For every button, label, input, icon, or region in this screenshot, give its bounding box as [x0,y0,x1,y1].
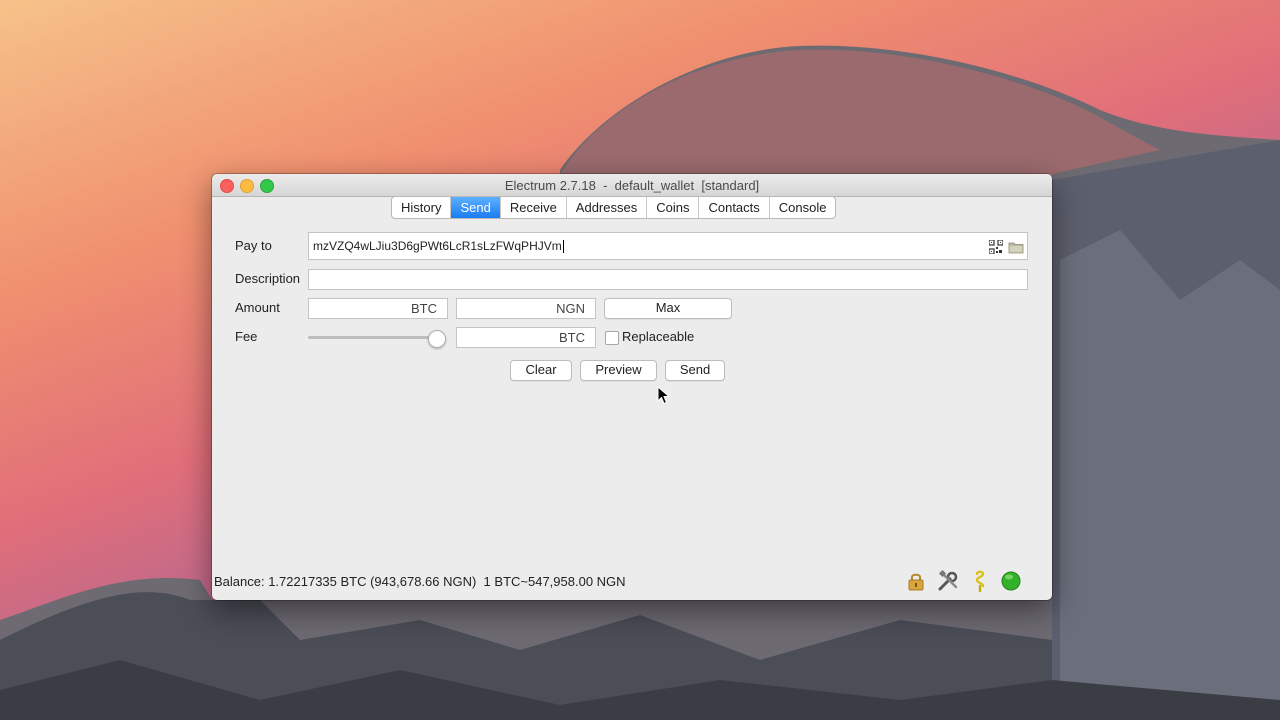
description-input[interactable] [308,269,1028,290]
preview-button[interactable]: Preview [580,360,657,381]
send-button[interactable]: Send [665,360,725,381]
qr-code-icon[interactable] [989,240,1003,254]
tab-console[interactable]: Console [770,197,836,218]
folder-icon[interactable] [1008,241,1024,254]
window-title: Electrum 2.7.18 - default_wallet [standa… [504,178,760,193]
replaceable-label[interactable]: Replaceable [622,329,694,344]
electrum-window: Electrum 2.7.18 - default_wallet [standa… [212,174,1052,600]
text-caret [562,240,564,254]
fee-btc-input[interactable]: BTC [456,327,596,348]
pay-to-label: Pay to [235,238,272,253]
lock-icon[interactable] [905,570,927,592]
description-label: Description [235,271,301,286]
clear-button[interactable]: Clear [510,360,572,381]
title-bar[interactable]: Electrum 2.7.18 - default_wallet [standa… [212,174,1052,197]
mouse-cursor-icon [657,386,671,405]
tab-bar: History Send Receive Addresses Coins Con… [391,196,837,219]
balance-text: Balance: 1.72217335 BTC (943,678.66 NGN)… [214,574,626,589]
tab-send[interactable]: Send [451,197,501,218]
amount-fiat-unit: NGN [556,301,585,316]
pay-to-value: mzVZQ4wLJiu3D6gPWt6LcR1sLzFWqPHJVm [313,239,562,253]
seed-icon[interactable] [969,570,991,592]
pay-to-input[interactable]: mzVZQ4wLJiu3D6gPWt6LcR1sLzFWqPHJVm [308,232,1028,260]
tab-coins[interactable]: Coins [647,197,700,218]
amount-btc-unit: BTC [411,301,437,316]
fee-slider-handle[interactable] [428,330,446,348]
fee-btc-unit: BTC [559,330,585,345]
amount-label: Amount [235,300,280,315]
status-bar: Balance: 1.72217335 BTC (943,678.66 NGN)… [212,570,1052,600]
tab-contacts[interactable]: Contacts [699,197,770,218]
preferences-icon[interactable] [937,570,959,592]
tab-addresses[interactable]: Addresses [567,197,648,218]
network-status-icon[interactable] [1000,570,1022,592]
max-button[interactable]: Max [604,298,732,319]
fee-label: Fee [235,329,258,344]
replaceable-checkbox[interactable] [605,331,619,345]
fee-slider-track[interactable] [308,336,440,339]
amount-fiat-input[interactable]: NGN [456,298,596,319]
tab-receive[interactable]: Receive [501,197,567,218]
tab-history[interactable]: History [392,197,452,218]
amount-btc-input[interactable]: BTC [308,298,448,319]
